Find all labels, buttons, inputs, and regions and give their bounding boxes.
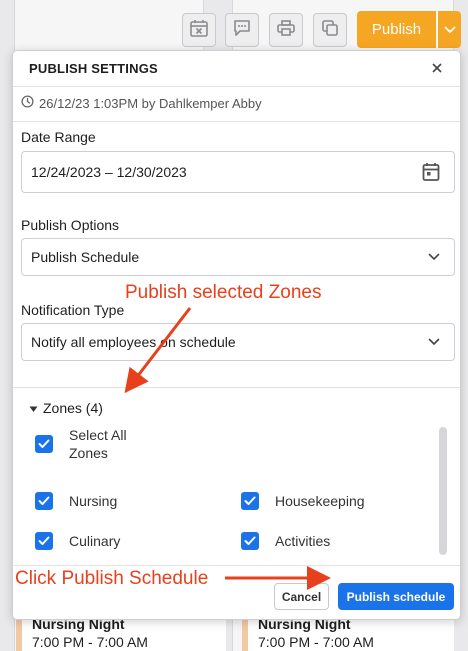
notification-type-value: Notify all employees on schedule: [31, 334, 236, 350]
publish-options-value: Publish Schedule: [31, 249, 140, 265]
print-button[interactable]: [269, 13, 303, 47]
last-published-text: 26/12/23 1:03PM by Dahlkemper Abby: [39, 95, 262, 111]
divider: [13, 387, 460, 388]
last-published-info: 26/12/23 1:03PM by Dahlkemper Abby: [21, 93, 262, 113]
zones-header-label: Zones (4): [43, 400, 103, 416]
checkbox-checked-icon: [35, 435, 53, 453]
calendar-x-icon: [189, 18, 209, 43]
chat-bubble-icon: [232, 18, 252, 43]
select-all-zones-label: Select All Zones: [69, 427, 127, 461]
divider: [13, 565, 460, 566]
printer-icon: [276, 18, 296, 43]
shift-card-time: 7:00 PM - 7:00 AM: [32, 634, 148, 650]
clock-icon: [21, 95, 34, 111]
checkbox-checked-icon: [241, 492, 259, 510]
checkbox-checked-icon: [241, 532, 259, 550]
zone-checkbox-activities[interactable]: Activities: [241, 532, 330, 550]
chevron-down-icon: [428, 253, 440, 261]
zone-label: Activities: [275, 533, 331, 549]
publish-dropdown-toggle[interactable]: [437, 11, 461, 48]
notification-type-label: Notification Type: [21, 302, 125, 318]
comments-button[interactable]: [225, 13, 259, 47]
date-range-label: Date Range: [21, 129, 96, 145]
caret-down-icon: [29, 400, 38, 416]
chevron-down-icon: [428, 338, 440, 346]
publish-button[interactable]: Publish: [357, 11, 436, 48]
zones-toggle[interactable]: Zones (4): [29, 400, 103, 416]
publish-schedule-button[interactable]: Publish schedule: [338, 583, 454, 610]
select-all-zones-checkbox[interactable]: Select All Zones: [35, 426, 129, 462]
annotation-zones-note: Publish selected Zones: [125, 282, 322, 303]
shift-card-time: 7:00 PM - 7:00 AM: [258, 634, 374, 650]
zone-checkbox-nursing[interactable]: Nursing: [35, 492, 117, 510]
calendar-icon[interactable]: [422, 162, 440, 182]
copy-button[interactable]: [313, 13, 347, 47]
divider: [13, 121, 460, 122]
cancel-button[interactable]: Cancel: [274, 583, 329, 610]
zone-label: Culinary: [69, 533, 121, 549]
zones-scrollbar[interactable]: [439, 427, 447, 555]
publish-options-label: Publish Options: [21, 217, 120, 233]
notification-type-select[interactable]: Notify all employees on schedule: [21, 323, 455, 361]
zone-label: Nursing: [69, 493, 118, 509]
zone-checkbox-housekeeping[interactable]: Housekeeping: [241, 492, 365, 510]
zone-checkbox-culinary[interactable]: Culinary: [35, 532, 120, 550]
chevron-down-icon: [444, 21, 456, 39]
publish-options-select[interactable]: Publish Schedule: [21, 238, 455, 276]
date-range-value: 12/24/2023 – 12/30/2023: [31, 164, 187, 180]
dialog-header: PUBLISH SETTINGS: [13, 51, 460, 87]
dialog-title: PUBLISH SETTINGS: [29, 61, 158, 76]
copy-icon: [320, 18, 340, 43]
checkbox-checked-icon: [35, 532, 53, 550]
checkbox-checked-icon: [35, 492, 53, 510]
date-range-field[interactable]: 12/24/2023 – 12/30/2023: [21, 151, 455, 193]
annotation-publish-note: Click Publish Schedule: [15, 568, 209, 589]
close-button[interactable]: [428, 60, 446, 78]
close-icon: [432, 60, 442, 78]
publish-settings-dialog: PUBLISH SETTINGS 26/12/23 1:03PM by Dahl…: [12, 50, 461, 620]
clear-schedule-button[interactable]: [182, 13, 216, 47]
zone-label: Housekeeping: [275, 493, 365, 509]
